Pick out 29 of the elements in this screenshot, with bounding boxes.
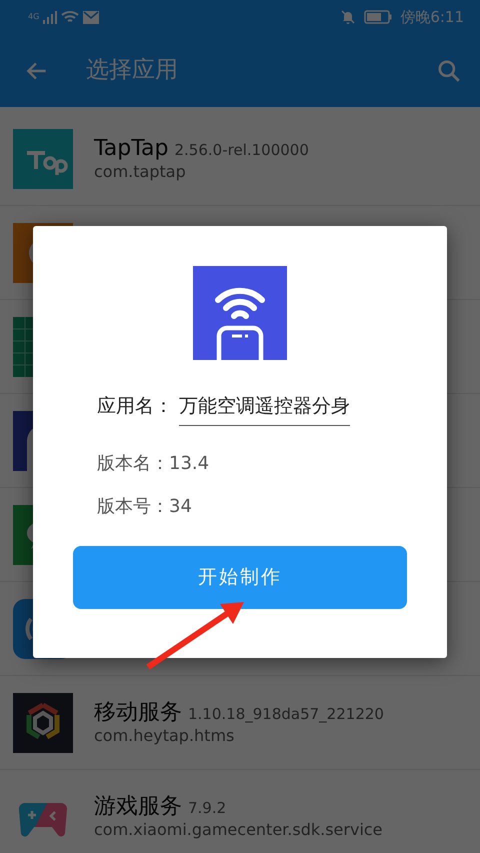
- app-name: TapTap: [94, 134, 168, 162]
- package-name: com.xiaomi.gamecenter.sdk.service: [94, 820, 383, 840]
- search-icon[interactable]: [436, 58, 462, 84]
- app-list-item[interactable]: 移动服务 1.10.18_918da57_221220 com.heytap.htms: [0, 676, 480, 770]
- mail-icon: [83, 10, 100, 24]
- network-type: 4G: [28, 11, 40, 23]
- version-name-text: 版本名：13.4: [97, 452, 210, 474]
- hexagon-app-icon: [13, 692, 73, 752]
- status-time: 傍晚6:11: [400, 6, 464, 28]
- battery-icon: [364, 10, 392, 24]
- app-name: 移动服务: [94, 698, 182, 726]
- app-version: 1.10.18_918da57_221220: [188, 704, 384, 724]
- app-name: 游戏服务: [94, 792, 182, 820]
- app-version: 7.9.2: [188, 798, 226, 818]
- muted-bell-icon: [340, 9, 356, 25]
- package-name: com.taptap: [94, 162, 187, 182]
- start-button[interactable]: 开始制作: [73, 546, 407, 608]
- app-list-item[interactable]: 游戏服务 7.9.2 com.xiaomi.gamecenter.sdk.service: [0, 770, 480, 853]
- app-list-item[interactable]: TapTap 2.56.0-rel.100000 com.taptap: [0, 112, 480, 206]
- toolbar-title: 选择应用: [86, 56, 178, 86]
- version-code-text: 版本号：34: [97, 496, 192, 516]
- app-name-label: 应用名：: [97, 394, 173, 419]
- wifi-icon: [61, 10, 80, 24]
- signal-icon: [43, 10, 58, 24]
- app-name-field[interactable]: 万能空调遥控器分身: [179, 392, 350, 426]
- app-version: 2.56.0-rel.100000: [174, 140, 309, 160]
- taptap-app-icon: [13, 128, 73, 188]
- package-name: com.heytap.htms: [94, 726, 236, 746]
- remote-app-icon: [193, 266, 287, 360]
